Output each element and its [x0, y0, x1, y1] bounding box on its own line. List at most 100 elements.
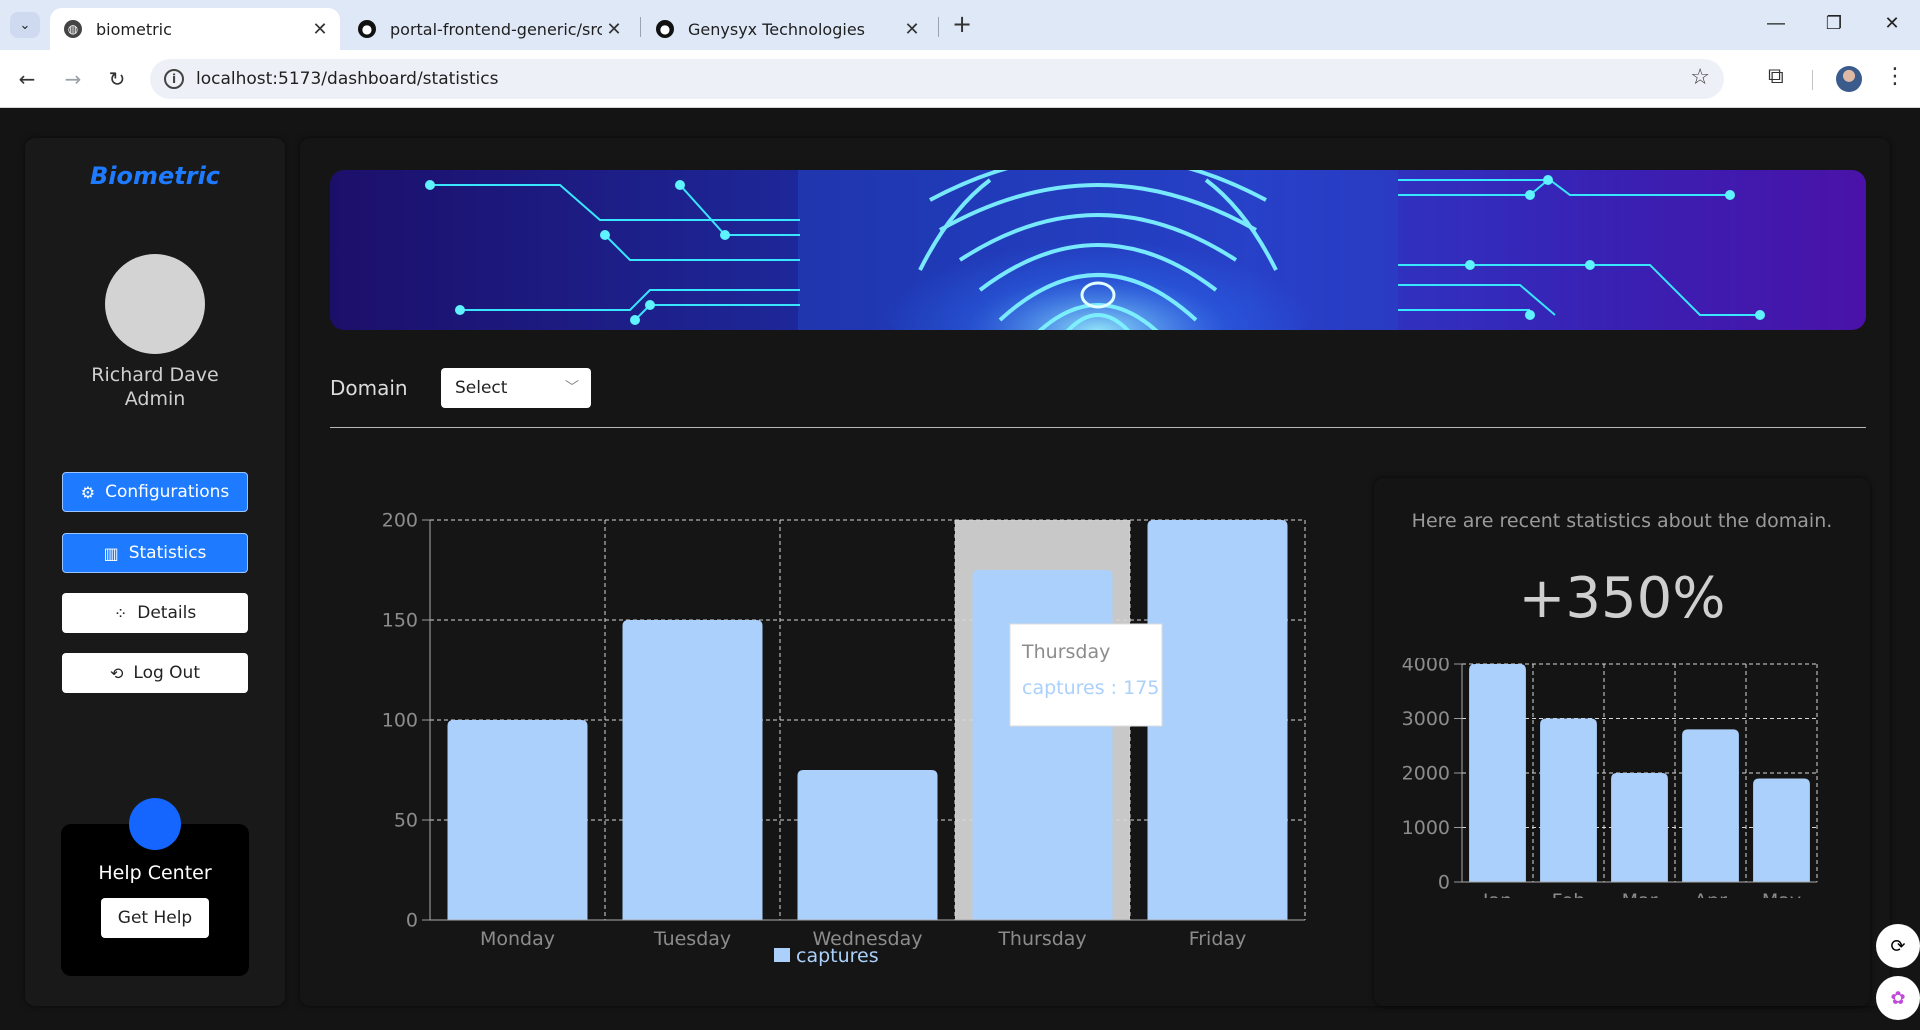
- fingerprint-banner-graphic: [425, 170, 1765, 330]
- legend-swatch: [774, 948, 790, 962]
- get-help-button[interactable]: Get Help: [101, 898, 209, 938]
- browser-menu-icon[interactable]: ⋮: [1884, 64, 1906, 89]
- nav-statistics-button[interactable]: ▥ Statistics: [62, 533, 248, 573]
- nav-label: Details: [137, 603, 197, 623]
- brain-icon[interactable]: ✿: [1876, 976, 1920, 1020]
- fingerprint-banner: [330, 170, 1866, 330]
- profile-avatar[interactable]: [1836, 66, 1862, 92]
- browser-tab[interactable]: ● portal-frontend-generic/src/pa ✕: [344, 8, 634, 50]
- minimize-button[interactable]: ―: [1756, 10, 1796, 38]
- forward-button[interactable]: →: [58, 64, 88, 94]
- stats-description: Here are recent statistics about the dom…: [1411, 510, 1833, 532]
- domain-select-value: Select: [455, 378, 508, 398]
- sidebar: Biometric Richard Dave Admin ⚙ Configura…: [25, 138, 285, 1006]
- main-content: Domain Select ﹀ 0 50 100 150 200 Monday Tuesda…: [300, 138, 1890, 1006]
- reload-button[interactable]: ↻: [102, 64, 132, 94]
- gear-icon: ⚙: [80, 482, 96, 502]
- close-window-button[interactable]: ✕: [1872, 10, 1912, 38]
- y-tick-label: 2000: [1402, 763, 1450, 785]
- globe-icon: ◍: [64, 20, 82, 38]
- new-tab-button[interactable]: +: [948, 11, 976, 39]
- url-text[interactable]: localhost:5173/dashboard/statistics: [196, 69, 498, 89]
- tooltip-value: captures : 175: [1022, 677, 1159, 699]
- brand-logo: Biometric: [89, 162, 221, 190]
- x-tick-label: Tuesday: [653, 928, 731, 950]
- github-icon: ●: [656, 20, 674, 38]
- browser-toolbar: ← → ↻ i localhost:5173/dashboard/statist…: [0, 50, 1920, 108]
- y-tick-label: 1000: [1402, 817, 1450, 839]
- monthly-chart-svg: 0 1000 2000 3000 4000 Jan Feb Mar Apr May: [1402, 658, 1818, 898]
- info-icon[interactable]: i: [164, 69, 184, 89]
- section-divider: [330, 427, 1866, 428]
- help-title: Help Center: [98, 862, 212, 884]
- tooltip-box: [1009, 623, 1163, 727]
- y-tick-label: 150: [382, 610, 418, 632]
- y-tick-label: 100: [382, 710, 418, 732]
- translate-icon[interactable]: ⟳: [1876, 924, 1920, 968]
- bar: [622, 620, 763, 920]
- x-tick-label: Apr: [1694, 890, 1727, 898]
- close-icon[interactable]: ✕: [602, 19, 626, 40]
- y-tick-label: 50: [394, 810, 418, 832]
- extensions-icon[interactable]: ⧉: [1768, 64, 1784, 89]
- y-tick-label: 3000: [1402, 708, 1450, 730]
- x-tick-label: Monday: [480, 928, 555, 950]
- y-tick-label: 0: [1438, 872, 1450, 894]
- domain-select[interactable]: Select ﹀: [441, 368, 591, 408]
- nav-logout-button[interactable]: ⟲ Log Out: [62, 653, 248, 693]
- back-button[interactable]: ←: [12, 64, 42, 94]
- dots-icon: ⁘: [113, 603, 128, 623]
- chevron-down-icon: ﹀: [565, 380, 579, 396]
- stats-percentage: +350%: [1518, 566, 1726, 631]
- bar: [1147, 520, 1288, 920]
- x-tick-label: Thursday: [997, 928, 1086, 950]
- bar: [447, 720, 588, 920]
- app-root: Biometric Richard Dave Admin ⚙ Configura…: [0, 108, 1920, 1030]
- y-tick-label: 200: [382, 510, 418, 532]
- tab-separator: [640, 17, 641, 37]
- nav-details-button[interactable]: ⁘ Details: [62, 593, 248, 633]
- browser-tab-active[interactable]: ◍ biometric ✕: [50, 8, 340, 50]
- tab-title: biometric: [96, 19, 172, 39]
- user-name: Richard Dave: [91, 364, 219, 386]
- bar: [972, 570, 1113, 920]
- x-tick-label: Jan: [1482, 890, 1512, 898]
- bar-chart-icon: ▥: [103, 543, 119, 563]
- x-tick-label: Friday: [1189, 928, 1247, 950]
- tooltip-title: Thursday: [1021, 641, 1110, 663]
- close-icon[interactable]: ✕: [900, 19, 924, 40]
- x-tick-label: Feb: [1552, 890, 1586, 898]
- nav-label: Configurations: [105, 482, 230, 502]
- legend-label: captures: [796, 945, 879, 967]
- help-center-card: Help Center Get Help: [61, 798, 249, 976]
- bar: [1753, 778, 1810, 882]
- browser-tab[interactable]: ● Genysyx Technologies ✕: [642, 8, 932, 50]
- toolbar-separator: [1812, 70, 1813, 90]
- bar: [1682, 729, 1739, 882]
- restore-button[interactable]: ❐: [1814, 10, 1854, 38]
- user-avatar: [105, 254, 205, 354]
- domain-stats-panel: Here are recent statistics about the dom…: [1374, 478, 1870, 1006]
- tab-search-button[interactable]: ⌄: [10, 12, 40, 38]
- tab-separator: [938, 17, 939, 37]
- nav-label: Statistics: [128, 543, 207, 563]
- close-icon[interactable]: ✕: [308, 19, 332, 40]
- bar: [1540, 718, 1597, 882]
- y-tick-label: 0: [406, 910, 418, 932]
- github-icon: ●: [358, 20, 376, 38]
- user-role: Admin: [124, 388, 186, 410]
- weekly-captures-chart: 0 50 100 150 200 Monday Tuesday Wednesday Thursd…: [320, 478, 1368, 998]
- address-bar[interactable]: i localhost:5173/dashboard/statistics ☆: [150, 59, 1724, 99]
- nav-label: Log Out: [133, 663, 200, 683]
- y-tick-label: 4000: [1402, 658, 1450, 676]
- x-tick-label: Mar: [1622, 890, 1658, 898]
- chevron-down-icon: ⌄: [19, 17, 31, 33]
- tab-title: portal-frontend-generic/src/pa: [390, 19, 602, 39]
- browser-tab-bar: ⌄ ◍ biometric ✕ ● portal-frontend-generi…: [0, 0, 1920, 50]
- bookmark-star-icon[interactable]: ☆: [1690, 65, 1710, 90]
- nav-configurations-button[interactable]: ⚙ Configurations: [62, 472, 248, 512]
- bar: [1611, 773, 1668, 882]
- weekly-captures-chart-svg: 050100150200Monday Tuesday Wednesday Thursd…: [382, 510, 1306, 967]
- x-tick-label: May: [1762, 890, 1801, 898]
- bar: [797, 770, 938, 920]
